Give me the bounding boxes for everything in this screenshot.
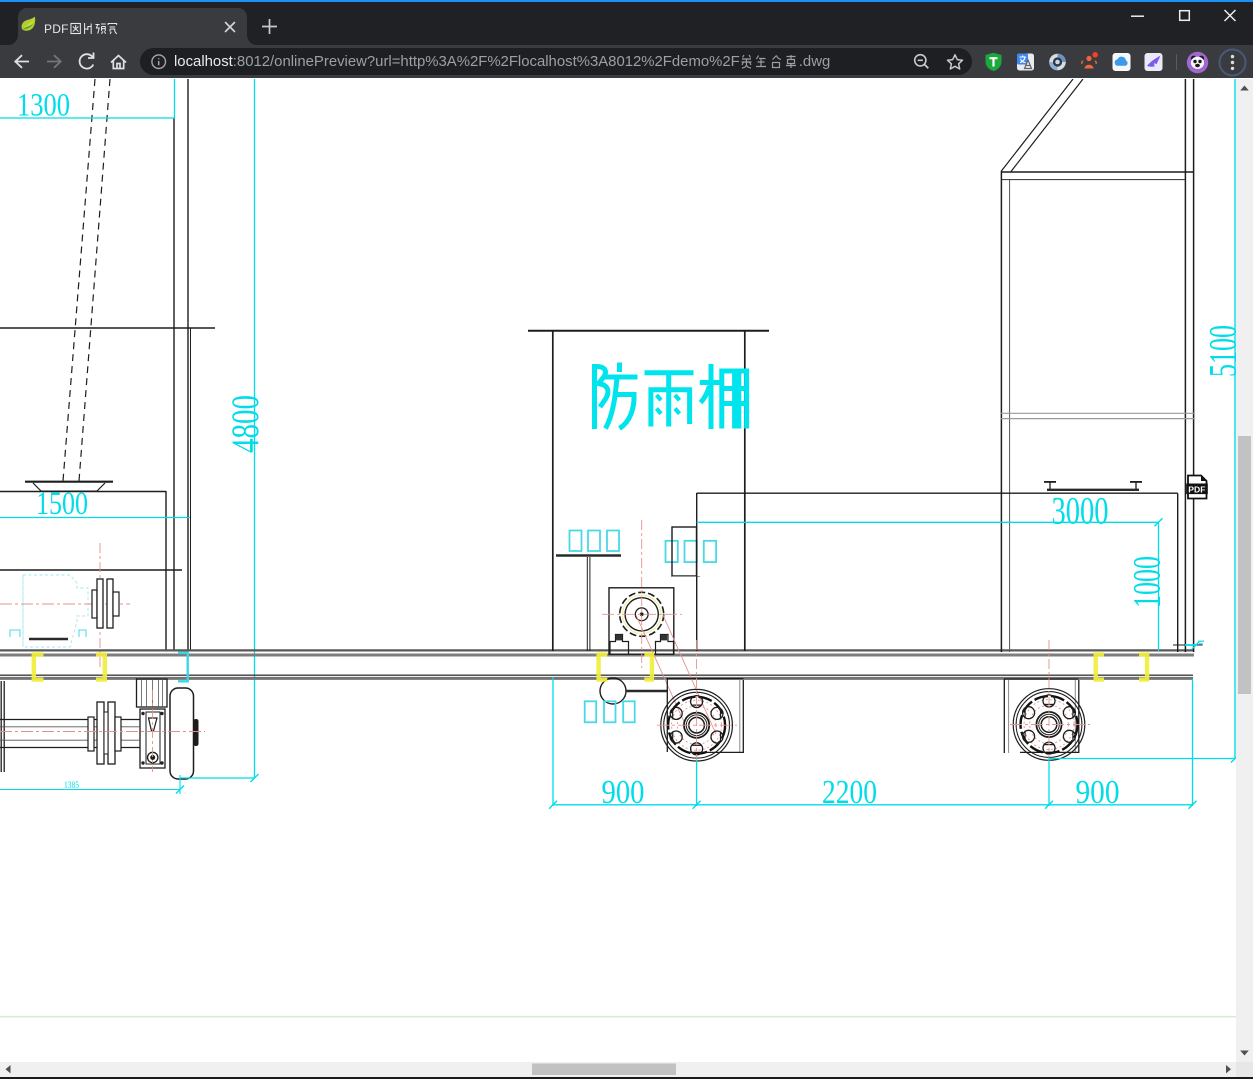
- svg-text:1500: 1500: [36, 486, 88, 522]
- svg-text:1300: 1300: [17, 88, 70, 124]
- svg-text:900: 900: [602, 774, 645, 811]
- svg-text:3000: 3000: [1052, 490, 1109, 533]
- svg-text:1000: 1000: [1126, 556, 1169, 608]
- svg-text:2200: 2200: [822, 774, 877, 811]
- svg-text:PDF: PDF: [1188, 485, 1205, 495]
- svg-text:4800: 4800: [224, 395, 267, 453]
- svg-text:5100: 5100: [1202, 325, 1237, 377]
- svg-text:900: 900: [1076, 774, 1120, 811]
